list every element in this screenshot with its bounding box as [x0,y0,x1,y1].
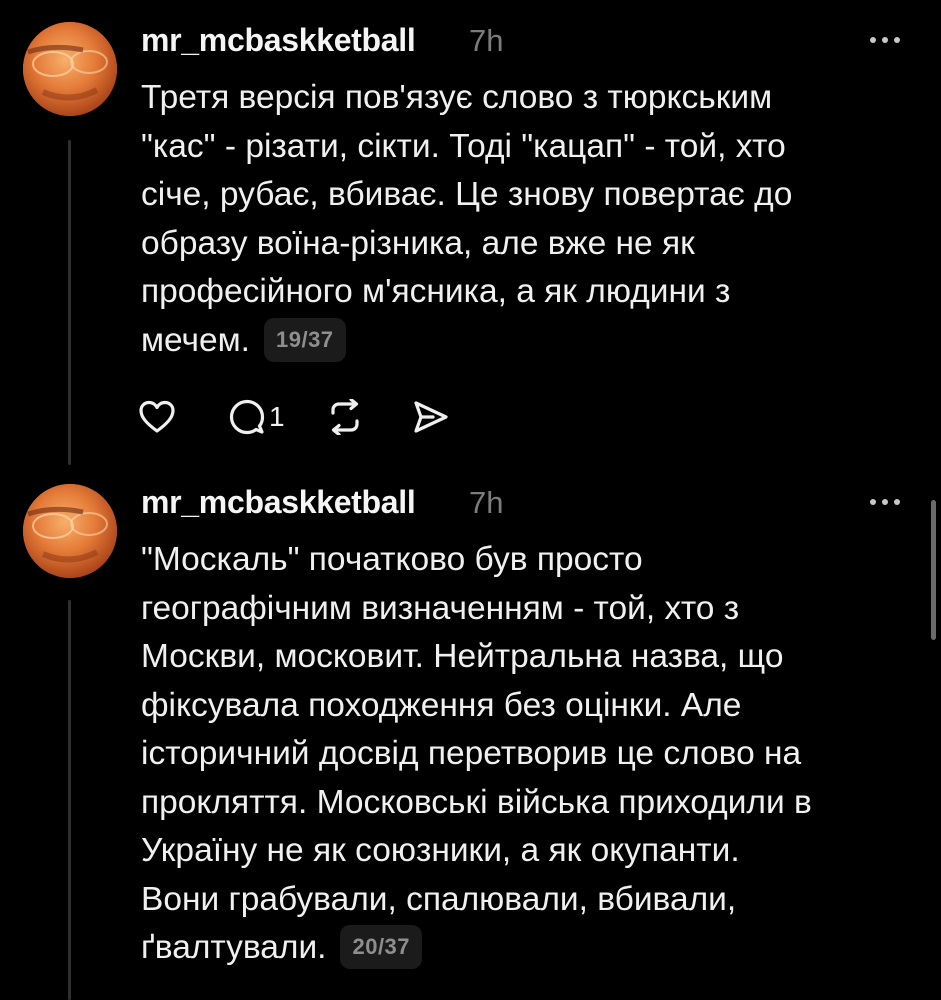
heart-icon [139,400,175,433]
post-text-line: прокляття. Московські війська приходили … [141,783,812,821]
post-text-line: професійного м'ясника, а як людини з [141,273,731,310]
post-time: 7h [469,23,504,58]
thread-counter-badge: 20/37 [340,925,423,969]
like-button[interactable] [138,393,178,441]
post-text-line: "кас" - різати, сікти. Тоді "кацап" - то… [141,127,786,165]
thread-post: mr_mcbaskketball 7h Третя версія пов'язу… [0,0,941,470]
repost-button[interactable] [325,393,365,441]
post-text-line: Вони грабували, спалювали, вбивали, [141,880,737,918]
reply-count: 1 [269,401,285,432]
post-text-line: Третя версія пов'язує слово з тюркським [141,79,773,116]
more-options-icon[interactable] [870,33,910,47]
post-text-fragment: ґвалтували. [141,929,327,966]
avatar-image [23,22,117,116]
thread-connector-line [68,140,71,465]
post-text-line: образу воїна-різника, але вже не як [141,224,695,262]
reply-button[interactable]: 1 [229,393,285,441]
thread-connector-line [68,600,71,1000]
thread-counter-badge: 19/37 [263,317,346,362]
post-text-line-last: ґвалтували. 20/37 [141,924,911,973]
more-options-icon[interactable] [870,495,910,509]
post-time: 7h [469,485,504,520]
post-text-line: історичний досвід перетворив це слово на [141,735,802,772]
post-text-line-last: мечем. 19/37 [141,317,911,366]
send-icon [413,401,448,433]
post-text-line: "Москаль" початково був просто [141,541,643,578]
avatar[interactable] [23,22,117,116]
repost-icon [330,399,359,435]
post-text-line: фіксувала походження без оцінки. Але [141,686,742,724]
avatar-image [23,484,117,578]
post-text-line: січе, рубає, вбиває. Це знову повертає д… [141,176,793,213]
scrollbar[interactable] [931,500,936,640]
username[interactable]: mr_mcbaskketball [141,484,416,521]
share-button[interactable] [413,393,449,441]
post-actions: 1 [138,393,449,441]
comment-icon [229,399,265,435]
thread-feed: mr_mcbaskketball 7h Третя версія пов'язу… [0,0,941,1000]
thread-post: mr_mcbaskketball 7h "Москаль" початково … [0,470,941,1000]
username[interactable]: mr_mcbaskketball [141,22,416,59]
post-text-line: Україну не як союзники, а як окупанти. [141,832,740,869]
post-text-line: Москви, московит. Нейтральна назва, що [141,638,784,675]
post-text: Третя версія пов'язує слово з тюркським … [141,74,911,365]
avatar[interactable] [23,484,117,578]
post-text-fragment: мечем. [141,321,250,359]
post-text: "Москаль" початково був просто географіч… [141,536,911,973]
post-text-line: географічним визначенням - той, хто з [141,589,740,627]
